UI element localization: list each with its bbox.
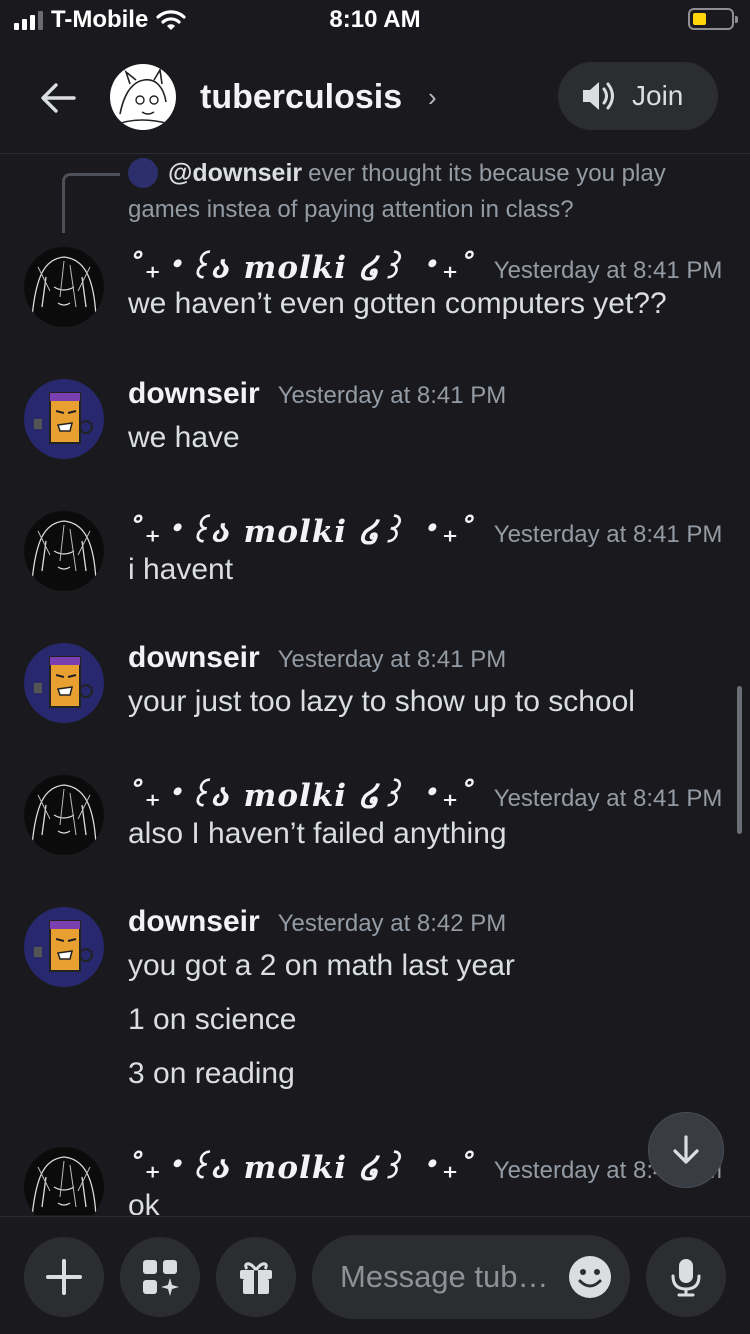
voice-message-button[interactable] xyxy=(646,1237,726,1317)
message-text: we have xyxy=(128,421,240,454)
message-text: ok xyxy=(128,1189,160,1215)
message-timestamp: Yesterday at 8:41 PM xyxy=(277,646,507,673)
molki-avatar[interactable] xyxy=(24,775,104,855)
jump-to-bottom-button[interactable] xyxy=(648,1112,724,1188)
join-voice-button[interactable]: Join xyxy=(558,62,718,130)
message-author[interactable]: downseir Yesterday at 8:41 PM xyxy=(128,641,506,675)
microphone-icon xyxy=(671,1259,701,1297)
emoji-icon[interactable] xyxy=(568,1255,612,1299)
message-list[interactable]: @downseir ever thought its because you pl… xyxy=(0,155,750,1215)
message-author[interactable]: downseir Yesterday at 8:41 PM xyxy=(128,377,506,411)
message-text: i havent xyxy=(128,553,234,586)
reply-connector xyxy=(62,173,120,233)
chevron-right-icon[interactable]: › xyxy=(428,82,437,113)
message-input[interactable] xyxy=(340,1253,560,1301)
back-arrow-icon[interactable] xyxy=(36,76,80,120)
status-time: 8:10 AM xyxy=(329,6,421,33)
battery-icon xyxy=(688,8,738,30)
message-author[interactable]: downseir Yesterday at 8:42 PM xyxy=(128,905,506,939)
message-author[interactable]: ˚₊‧꒰ა 𝒎𝒐𝒍𝒌𝒊 ໒꒱ ‧₊˚ Yesterday at 8:41 PM xyxy=(128,245,722,286)
reply-avatar xyxy=(128,157,158,188)
message-text: also I haven’t failed anything xyxy=(128,817,507,850)
author-name: downseir xyxy=(128,905,260,938)
author-name: ˚₊‧꒰ა 𝒎𝒐𝒍𝒌𝒊 ໒꒱ ‧₊˚ xyxy=(128,250,476,286)
message-text: we haven’t even gotten computers yet?? xyxy=(128,287,667,320)
author-name: ˚₊‧꒰ა 𝒎𝒐𝒍𝒌𝒊 ໒꒱ ‧₊˚ xyxy=(128,514,476,550)
message-text: 3 on reading xyxy=(128,1057,295,1090)
gift-icon xyxy=(240,1262,272,1294)
message-author[interactable]: ˚₊‧꒰ა 𝒎𝒐𝒍𝒌𝒊 ໒꒱ ‧₊˚ Yesterday at 8:41 PM xyxy=(128,773,722,814)
channel-avatar[interactable] xyxy=(110,64,176,130)
channel-name[interactable]: tuberculosis xyxy=(200,78,402,117)
status-bar: T-Mobile 8:10 AM xyxy=(0,0,750,40)
message-timestamp: Yesterday at 8:41 PM xyxy=(493,257,723,284)
author-name: ˚₊‧꒰ა 𝒎𝒐𝒍𝒌𝒊 ໒꒱ ‧₊˚ xyxy=(128,1150,476,1186)
message-author[interactable]: ˚₊‧꒰ა 𝒎𝒐𝒍𝒌𝒊 ໒꒱ ‧₊˚ Yesterday at 8:42 PM xyxy=(128,1145,722,1186)
molki-avatar[interactable] xyxy=(24,247,104,327)
molki-avatar[interactable] xyxy=(24,511,104,591)
message-timestamp: Yesterday at 8:41 PM xyxy=(493,521,723,548)
apps-button[interactable] xyxy=(120,1237,200,1317)
message-text: 1 on science xyxy=(128,1003,297,1036)
message-text: your just too lazy to show up to school xyxy=(128,685,635,718)
author-name: downseir xyxy=(128,377,260,410)
add-attachment-button[interactable] xyxy=(24,1237,104,1317)
message-timestamp: Yesterday at 8:41 PM xyxy=(493,785,723,812)
join-label: Join xyxy=(632,80,684,111)
arrow-down-icon xyxy=(673,1135,699,1164)
author-name: ˚₊‧꒰ა 𝒎𝒐𝒍𝒌𝒊 ໒꒱ ‧₊˚ xyxy=(128,778,476,814)
sketch-avatar-icon xyxy=(117,67,171,125)
downseir-avatar[interactable] xyxy=(24,379,104,459)
downseir-avatar[interactable] xyxy=(24,643,104,723)
speaker-icon xyxy=(583,82,614,110)
composer-bar xyxy=(0,1216,750,1334)
plus-icon xyxy=(46,1259,82,1295)
author-name: downseir xyxy=(128,641,260,674)
channel-header: tuberculosis › Join xyxy=(0,40,750,154)
downseir-avatar[interactable] xyxy=(24,907,104,987)
message-timestamp: Yesterday at 8:42 PM xyxy=(277,910,507,937)
reply-preview[interactable]: @downseir ever thought its because you pl… xyxy=(128,155,708,228)
message-timestamp: Yesterday at 8:41 PM xyxy=(277,382,507,409)
message-author[interactable]: ˚₊‧꒰ა 𝒎𝒐𝒍𝒌𝒊 ໒꒱ ‧₊˚ Yesterday at 8:41 PM xyxy=(128,509,722,550)
apps-icon xyxy=(143,1260,179,1296)
message-text: you got a 2 on math last year xyxy=(128,949,515,982)
scrollbar[interactable] xyxy=(737,686,742,834)
message-input-wrapper[interactable] xyxy=(312,1235,630,1319)
reply-mention[interactable]: @downseir xyxy=(168,159,302,187)
molki-avatar[interactable] xyxy=(24,1147,104,1215)
gift-button[interactable] xyxy=(216,1237,296,1317)
